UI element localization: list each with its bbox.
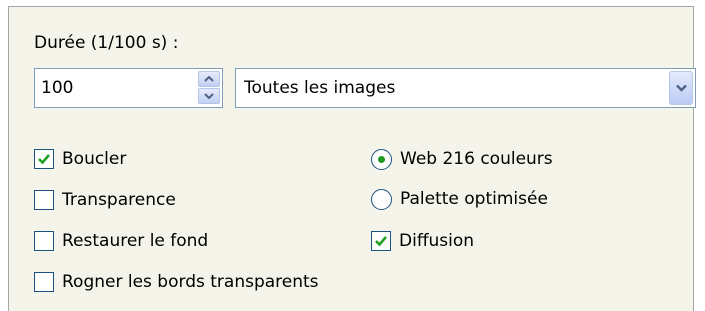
chevron-down-icon xyxy=(204,93,214,99)
frames-select[interactable]: Toutes les images xyxy=(235,68,696,108)
loop-label: Boucler xyxy=(62,149,127,169)
frames-select-value: Toutes les images xyxy=(244,78,396,98)
spin-up-button[interactable] xyxy=(198,71,220,87)
web216-radio[interactable] xyxy=(371,148,392,170)
spin-down-button[interactable] xyxy=(198,88,220,104)
web216-option[interactable]: Web 216 couleurs xyxy=(371,147,553,171)
optimized-palette-option[interactable]: Palette optimisée xyxy=(371,187,548,211)
restore-background-checkbox[interactable] xyxy=(34,231,54,251)
restore-background-option[interactable]: Restaurer le fond xyxy=(34,229,208,253)
duration-label: Durée (1/100 s) : xyxy=(34,33,179,53)
transparency-checkbox[interactable] xyxy=(34,190,54,210)
chevron-up-icon xyxy=(204,76,214,82)
transparency-option[interactable]: Transparence xyxy=(34,188,176,212)
duration-spinbox[interactable]: 100 xyxy=(34,68,223,108)
checkmark-icon xyxy=(38,154,50,165)
dithering-label: Diffusion xyxy=(399,231,475,251)
optimized-palette-radio[interactable] xyxy=(371,188,392,210)
duration-spin-buttons xyxy=(198,71,220,105)
loop-option[interactable]: Boucler xyxy=(34,147,126,171)
dithering-option[interactable]: Diffusion xyxy=(371,229,474,253)
frames-select-dropdown-button[interactable] xyxy=(669,71,693,105)
crop-transparent-option[interactable]: Rogner les bords transparents xyxy=(34,270,319,294)
optimized-palette-label: Palette optimisée xyxy=(400,189,548,209)
chevron-down-icon xyxy=(676,84,687,92)
gif-options-panel: Durée (1/100 s) : 100 Toutes les images xyxy=(8,6,696,311)
restore-background-label: Restaurer le fond xyxy=(62,231,209,251)
radio-selected-dot xyxy=(378,155,385,163)
crop-transparent-checkbox[interactable] xyxy=(34,272,54,292)
crop-transparent-label: Rogner les bords transparents xyxy=(62,272,319,292)
dithering-checkbox[interactable] xyxy=(371,231,391,251)
loop-checkbox[interactable] xyxy=(34,149,54,169)
transparency-label: Transparence xyxy=(62,190,176,210)
duration-value[interactable]: 100 xyxy=(41,78,73,98)
checkmark-icon xyxy=(375,236,387,247)
web216-label: Web 216 couleurs xyxy=(400,149,553,169)
